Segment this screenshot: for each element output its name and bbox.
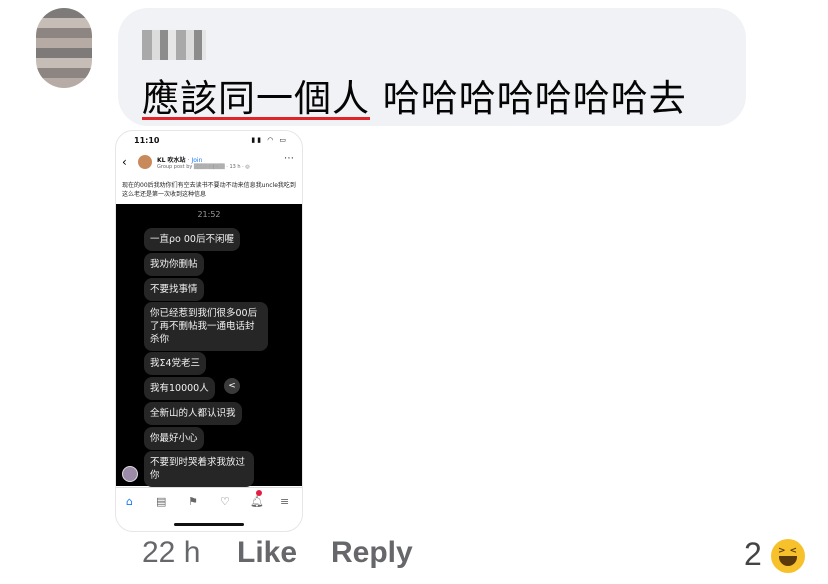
home-indicator — [174, 523, 244, 526]
comment-time[interactable]: 22 h — [142, 536, 200, 570]
post-by-label: Group post by — [157, 164, 193, 170]
home-icon: ⌂ — [126, 495, 133, 508]
post-meta: Group post by ▒▒▒▒▒▒▒▒ · 13 h · ◎ — [157, 164, 250, 170]
bell-icon: 🔔︎ — [250, 495, 264, 508]
status-icons: ▮▮ ◠ ▭ — [251, 136, 288, 144]
chat-message: 我有10000人 — [144, 377, 215, 400]
share-icon: < — [224, 378, 240, 394]
heart-icon: ♡ — [220, 495, 230, 508]
like-button[interactable]: Like — [237, 536, 297, 570]
reply-button[interactable]: Reply — [331, 536, 413, 570]
group-name: KL 吹水站 · Join — [157, 155, 202, 164]
chat-message: 你已经惹到我们很多00后了再不删帖我一通电话封杀你 — [144, 302, 268, 351]
post-header: ‹ KL 吹水站 · Join Group post by ▒▒▒▒▒▒▒▒ ·… — [116, 149, 302, 181]
reaction-count[interactable]: 2 — [744, 536, 762, 573]
chat-message: 不要找事情 — [144, 278, 204, 301]
phone-tab-bar: ⌂ ▤ ⚑ ♡ 🔔︎ ≡ — [116, 487, 302, 516]
sender-avatar — [122, 466, 138, 482]
tagged-text[interactable]: 應該同一個人 — [142, 77, 370, 120]
notification-badge — [256, 490, 262, 496]
more-icon: ⋯ — [284, 153, 294, 164]
chat-screenshot: 21:52 一直ρo 00后不闲喔 我劝你删帖 不要找事情 你已经惹到我们很多0… — [116, 204, 302, 487]
commenter-avatar[interactable] — [36, 8, 92, 88]
group-name-text: KL 吹水站 — [157, 157, 186, 164]
emoji-eyes: >< — [778, 546, 802, 556]
chat-message: 你最好小心 — [144, 427, 204, 450]
group-avatar — [138, 155, 152, 169]
post-age: · 13 h · ◎ — [226, 164, 250, 170]
comment-bubble: 應該同一個人 哈哈哈哈哈哈哈去 — [118, 8, 746, 126]
post-text: 现在的00后我劝你们有空去读书不要动不动来信息我uncle我吃到这么老还是第一次… — [122, 182, 296, 198]
chat-message: 全新山的人都认识我 — [144, 402, 242, 425]
status-time: 11:10 — [134, 136, 160, 145]
comment-text-rest: 哈哈哈哈哈哈哈去 — [370, 77, 687, 120]
commenter-name-blurred[interactable] — [142, 30, 206, 60]
chat-message: 不要到时哭着求我放过你 — [144, 451, 254, 487]
chat-message: 我劝你删帖 — [144, 253, 204, 276]
marketplace-icon: ▤ — [156, 495, 167, 508]
haha-emoji-icon[interactable]: >< — [771, 539, 805, 573]
chat-message: 我Σ4党老三 — [144, 352, 207, 375]
emoji-mouth — [779, 556, 797, 566]
chat-message: 一直ρo 00后不闲喔 — [144, 228, 240, 251]
attached-screenshot[interactable]: 11:10 ▮▮ ◠ ▭ ‹ KL 吹水站 · Join Group post … — [115, 130, 303, 532]
phone-status-bar: 11:10 ▮▮ ◠ ▭ — [116, 133, 302, 147]
join-link: · Join — [187, 157, 203, 164]
comment-text: 應該同一個人 哈哈哈哈哈哈哈去 — [142, 68, 687, 122]
flag-icon: ⚑ — [188, 495, 198, 508]
chat-time: 21:52 — [197, 210, 221, 219]
menu-icon: ≡ — [280, 495, 290, 508]
back-arrow-icon: ‹ — [122, 155, 127, 169]
